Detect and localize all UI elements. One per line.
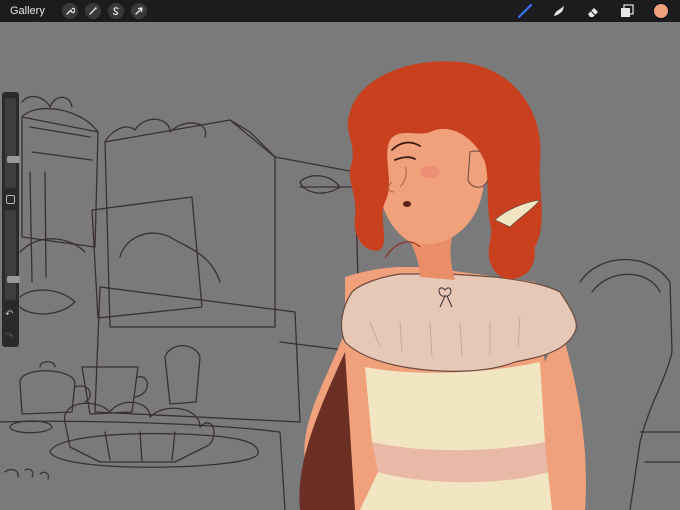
layers-icon[interactable] [616, 0, 638, 22]
transform-arrow-icon[interactable] [130, 3, 147, 19]
gallery-button[interactable]: Gallery [10, 5, 45, 17]
opacity-knob[interactable] [7, 276, 20, 284]
sidebar: ↶ ↷ [2, 92, 20, 347]
top-toolbar: Gallery [0, 0, 680, 22]
wrench-icon[interactable] [61, 3, 78, 19]
selection-s-icon[interactable] [107, 3, 124, 19]
adjustments-magic-wand-icon[interactable] [84, 3, 101, 19]
redo-arrow-icon[interactable]: ↷ [5, 332, 13, 342]
brush-size-knob[interactable] [7, 156, 20, 164]
artwork [0, 22, 680, 510]
brush-size-slider[interactable] [5, 98, 20, 188]
smudge-icon[interactable] [548, 0, 570, 22]
square-modify-icon[interactable] [6, 195, 15, 204]
undo-arrow-icon[interactable]: ↶ [5, 310, 13, 320]
opacity-slider[interactable] [5, 210, 20, 300]
color-picker-button[interactable] [650, 0, 672, 22]
active-color-swatch [653, 3, 669, 19]
right-tool-group [502, 0, 672, 22]
drawing-canvas[interactable] [0, 22, 680, 510]
brush-icon[interactable] [514, 0, 536, 22]
eraser-icon[interactable] [582, 0, 604, 22]
